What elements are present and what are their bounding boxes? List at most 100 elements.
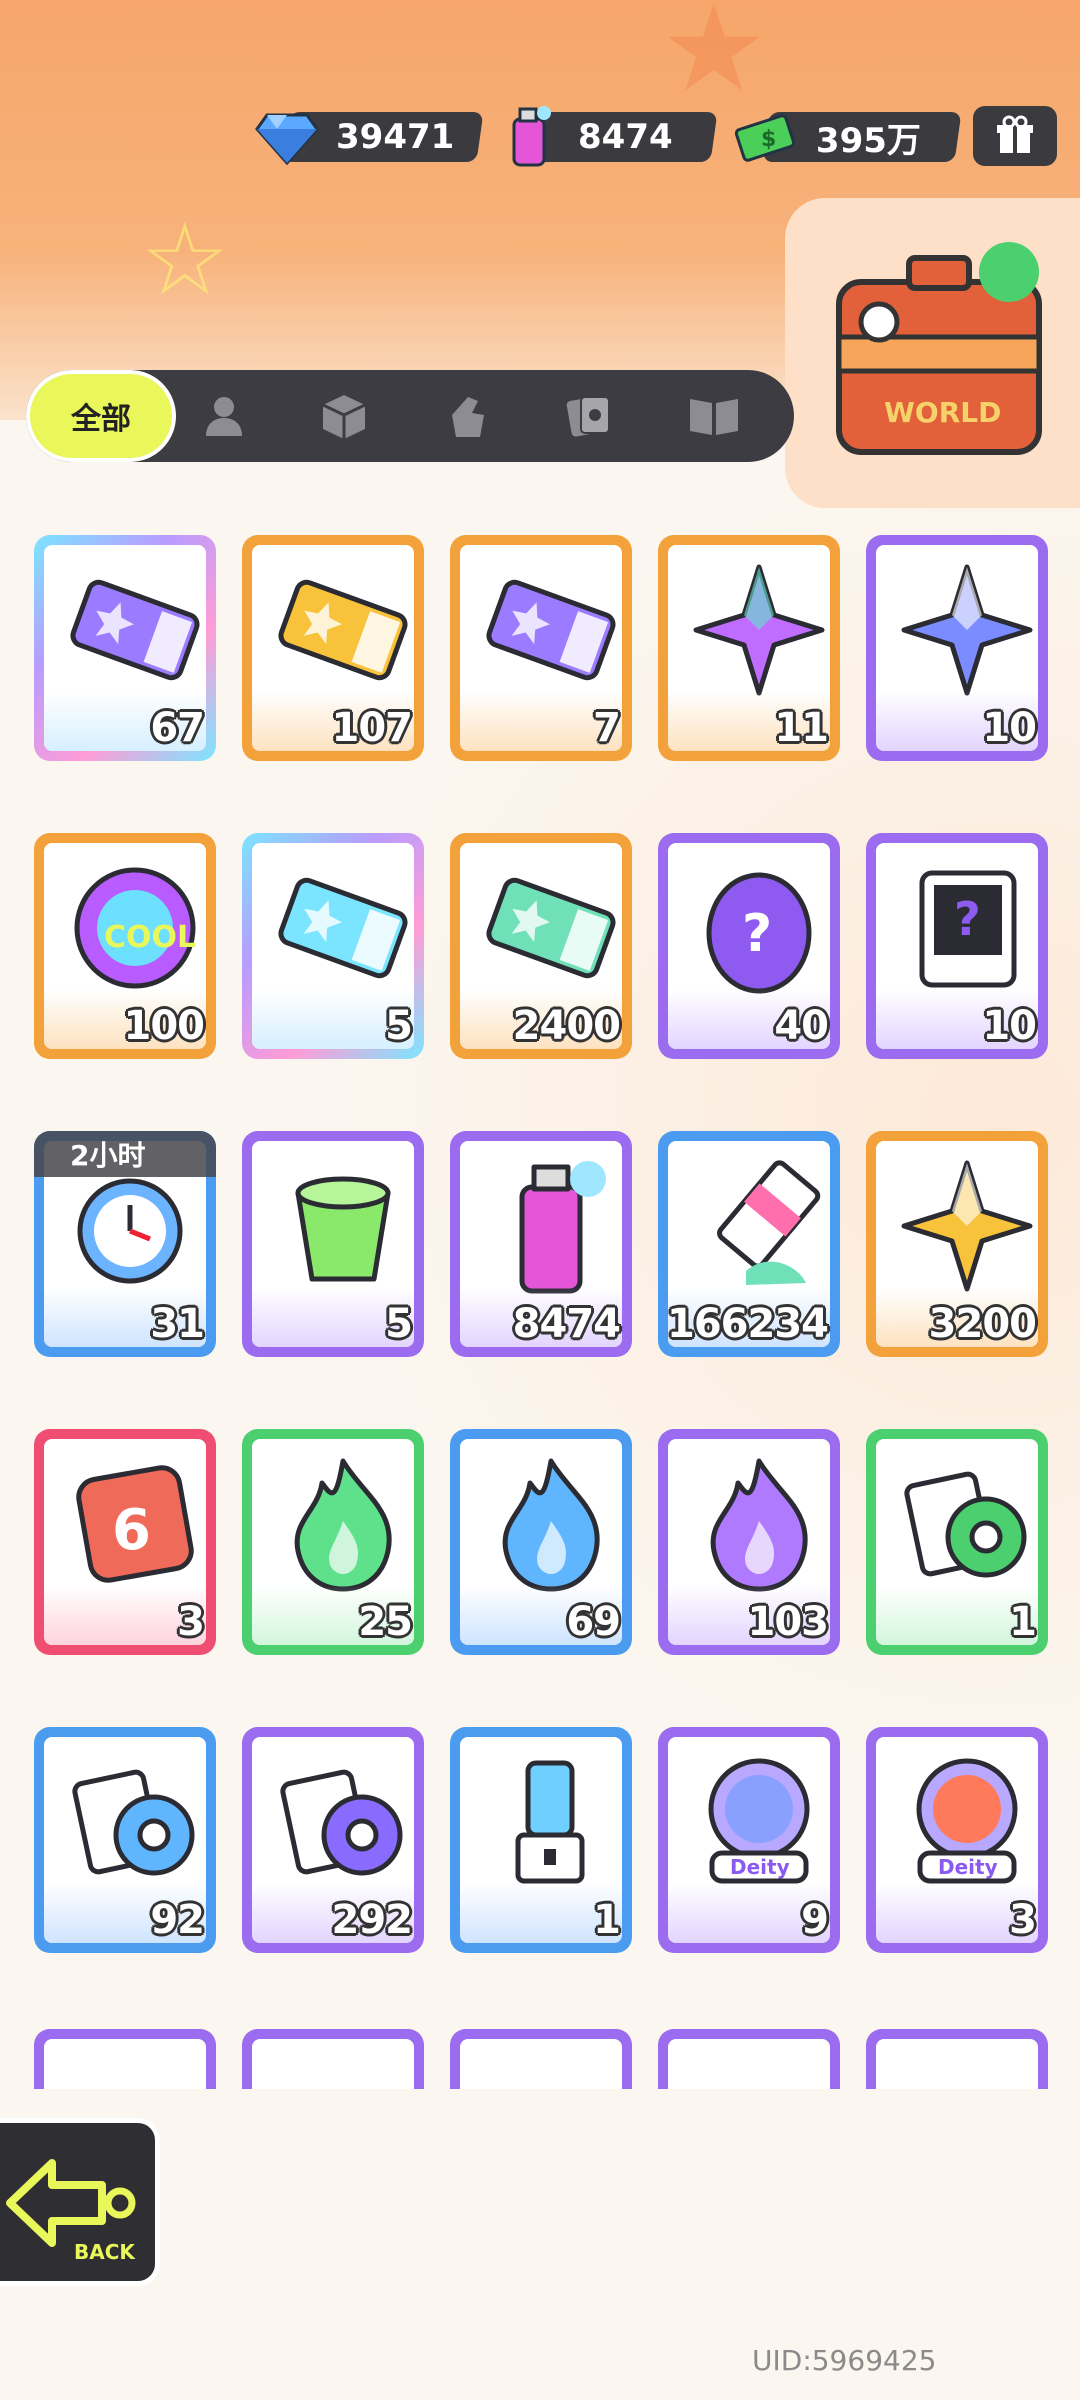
item-count: 103 [747,1599,829,1645]
blue-card-roll-icon [62,1749,206,1895]
inventory-item-rainbow-star-crystal[interactable]: 11 [658,535,840,761]
item-card [876,2039,1038,2089]
inventory-item-cool-badge[interactable]: COOL 100 [34,833,216,1059]
tab-book[interactable] [686,388,742,444]
inventory-item-partial[interactable] [450,2029,632,2089]
inventory-item-purple-star-ticket[interactable]: 7 [450,535,632,761]
gold-star-ticket-icon [270,557,414,703]
inventory-item-spray-can[interactable]: 8474 [450,1131,632,1357]
item-count: 69 [566,1599,621,1645]
star-decoration: ☆ [140,201,230,318]
tab-character[interactable] [196,388,252,444]
inventory-item-deity-avatar-red[interactable]: Deity 3 [866,1727,1048,1953]
svg-text:Deity: Deity [938,1855,998,1879]
item-count: 1 [593,1897,621,1943]
inventory-partial-row [34,2029,1054,2089]
back-button[interactable]: BACK [0,2118,160,2286]
gold-crystal-icon [894,1153,1038,1299]
tab-glove[interactable] [440,388,496,444]
world-label: WORLD [884,396,1001,429]
box-icon [322,395,366,439]
currency-cash[interactable]: $ 395万 [732,106,962,164]
back-arrow-icon: BACK [6,2159,136,2264]
inventory-item-green-card-roll[interactable]: 1 [866,1429,1048,1655]
item-count: 5 [385,1301,413,1347]
tab-box[interactable] [316,388,372,444]
inventory-item-partial[interactable] [658,2029,840,2089]
diamond-count: 39471 [336,117,455,157]
item-count: 92 [150,1897,205,1943]
inventory-item-gold-crystal[interactable]: 3200 [866,1131,1048,1357]
inventory-item-lottery-ticket[interactable]: 5 [242,833,424,1059]
inventory-item-blue-card-roll[interactable]: 92 [34,1727,216,1953]
uid-label: UID:5969425 [752,2344,937,2377]
deity-avatar-purple-icon: Deity [686,1749,830,1895]
gift-box-button[interactable] [973,106,1057,166]
inventory-item-deity-avatar-purple[interactable]: Deity 9 [658,1727,840,1953]
svg-text:COOL: COOL [104,920,196,955]
inventory-item-mystery-travel-card[interactable]: ? 10 [866,833,1048,1059]
item-count: 8474 [512,1301,621,1347]
gift-icon [997,115,1033,153]
inventory-item-blue-flame[interactable]: 69 [450,1429,632,1655]
travel-suitcase-button[interactable]: WORLD [785,198,1080,508]
cash-count: 395万 [816,120,921,161]
inventory-item-mystery-egg[interactable]: ? 40 [658,833,840,1059]
inventory-item-green-flame[interactable]: 25 [242,1429,424,1655]
inventory-item-purple-card-roll[interactable]: 292 [242,1727,424,1953]
tab-cards[interactable] [562,388,618,444]
svg-text:Deity: Deity [730,1855,790,1879]
currency-diamond[interactable]: 39471 [252,106,484,165]
tab-all[interactable]: 全部 [26,370,176,462]
item-count: 3 [1009,1897,1037,1943]
spray-can-icon [494,106,564,168]
item-count: 31 [150,1301,205,1347]
inventory-item-purple-crown-ticket[interactable]: 67 [34,535,216,761]
star-decoration: ★ [660,0,768,119]
item-count: 7 [593,705,621,751]
spray-can-icon [478,1153,622,1299]
book-icon [690,399,738,435]
svg-text:6: 6 [112,1498,151,1563]
diamond-icon [252,106,322,168]
purple-flame-icon [686,1451,830,1597]
svg-text:?: ? [742,904,772,964]
paint-tube-icon [686,1153,830,1299]
inventory-item-alarm-clock[interactable]: 2小时 31 [34,1131,216,1357]
currency-spray[interactable]: 8474 [494,106,718,167]
green-card-roll-icon [894,1451,1038,1597]
inventory-item-season-ticket[interactable]: 2400 [450,833,632,1059]
cards-icon [566,396,610,437]
item-count: 10 [982,1003,1037,1049]
svg-text:$: $ [761,127,776,152]
item-card [668,2039,830,2089]
purple-crown-ticket-icon [62,557,206,703]
item-count: 292 [331,1897,413,1943]
item-count: 11 [774,705,829,751]
inventory-item-gold-star-ticket[interactable]: 107 [242,535,424,761]
inventory-item-purple-flame[interactable]: 103 [658,1429,840,1655]
deity-avatar-red-icon: Deity [894,1749,1038,1895]
glove-icon [452,397,484,437]
item-count: 107 [331,705,413,751]
category-tab-bar: 全部 [26,370,794,462]
inventory-item-paint-tube[interactable]: 166234 [658,1131,840,1357]
inventory-item-partial[interactable] [242,2029,424,2089]
inventory-item-partial[interactable] [866,2029,1048,2089]
inventory-item-usb-key[interactable]: 1 [450,1727,632,1953]
item-count: 5 [385,1003,413,1049]
inventory-item-blue-star-crystal[interactable]: 10 [866,535,1048,761]
item-card [252,2039,414,2089]
item-count: 1 [1009,1599,1037,1645]
inventory-item-green-potion-cup[interactable]: 5 [242,1131,424,1357]
lottery-ticket-icon [270,855,414,1001]
rainbow-star-crystal-icon [686,557,830,703]
item-card [460,2039,622,2089]
mystery-egg-icon: ? [686,855,830,1001]
inventory-item-red-dice[interactable]: 63 [34,1429,216,1655]
item-count: 2400 [512,1003,621,1049]
inventory-item-partial[interactable] [34,2029,216,2089]
green-flame-icon [270,1451,414,1597]
back-label: BACK [74,2240,136,2264]
suitcase-icon: WORLD [836,242,1042,455]
